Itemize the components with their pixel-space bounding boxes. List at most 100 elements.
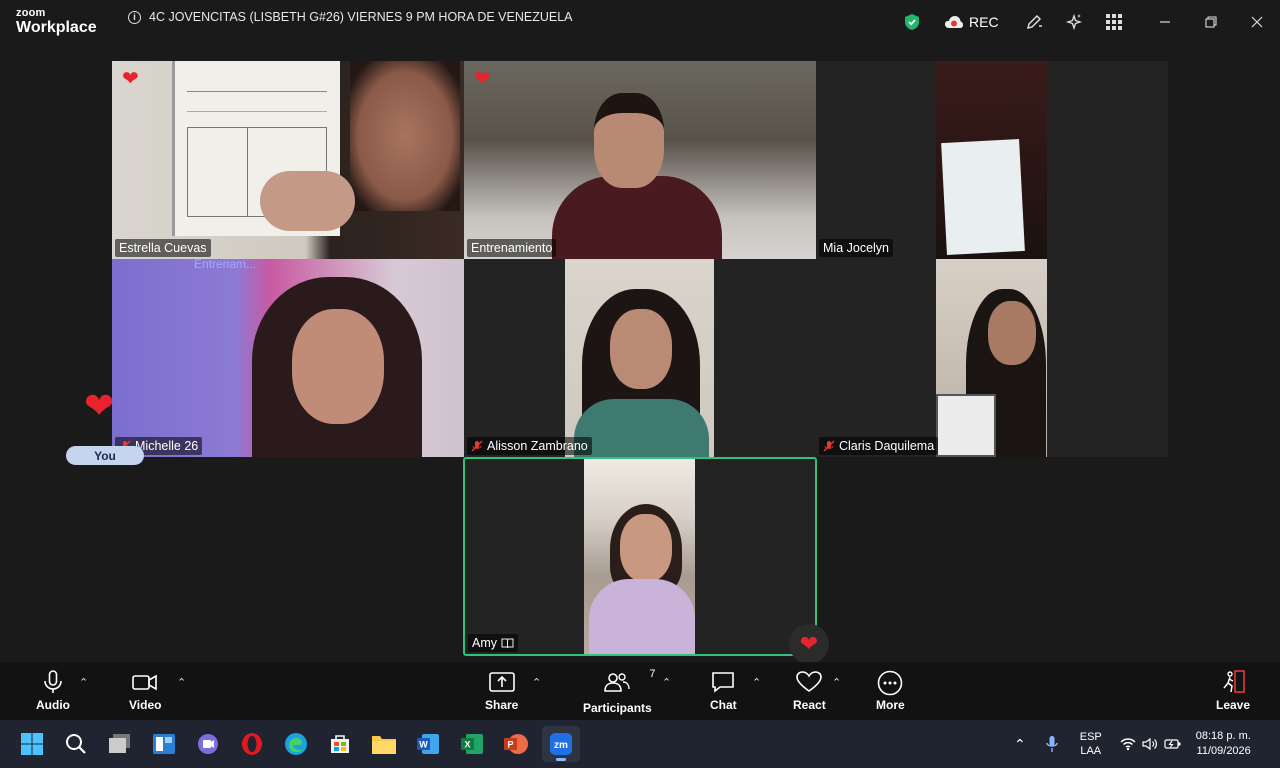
person-face bbox=[610, 309, 672, 389]
person-jacket bbox=[574, 399, 709, 457]
tray-microphone-icon[interactable] bbox=[1046, 735, 1058, 753]
windows-taskbar: W X P zm ⌃ ESP LAA 08:18 p. m. 11/09/202… bbox=[0, 720, 1280, 768]
teams-chat-icon[interactable] bbox=[192, 728, 224, 760]
excel-icon[interactable]: X bbox=[456, 728, 488, 760]
info-icon[interactable]: i bbox=[128, 10, 141, 24]
chat-label: Chat bbox=[710, 698, 737, 712]
participant-name-tag: Alisson Zambrano bbox=[467, 437, 592, 455]
leave-door-icon bbox=[1223, 670, 1245, 693]
powerpoint-icon[interactable]: P bbox=[500, 728, 532, 760]
participants-icon bbox=[604, 673, 631, 692]
react-options-chevron-icon[interactable]: ⌃ bbox=[832, 676, 841, 689]
show-hidden-icons-chevron-icon[interactable]: ⌃ bbox=[1014, 736, 1026, 753]
participant-name: Entrenamiento bbox=[471, 241, 553, 255]
person-face bbox=[620, 514, 672, 582]
audio-label: Audio bbox=[36, 698, 70, 712]
react-label: React bbox=[793, 698, 826, 712]
edge-browser-icon[interactable] bbox=[280, 728, 312, 760]
participants-button[interactable]: 7 Participants bbox=[583, 668, 656, 715]
task-view-icon[interactable] bbox=[104, 728, 136, 760]
person-hand bbox=[260, 171, 355, 231]
recording-indicator[interactable]: REC bbox=[944, 14, 1004, 30]
svg-text:zm: zm bbox=[554, 740, 568, 751]
clock[interactable]: 08:18 p. m. 11/09/2026 bbox=[1196, 729, 1251, 759]
clock-date: 11/09/2026 bbox=[1196, 745, 1251, 757]
participant-name-tag: Amy bbox=[468, 634, 518, 652]
video-tile-mia[interactable]: Mia Jocelyn bbox=[816, 61, 1168, 259]
participant-name: Claris Daquilema bbox=[839, 439, 935, 453]
audio-options-chevron-icon[interactable]: ⌃ bbox=[79, 676, 88, 689]
chat-options-chevron-icon[interactable]: ⌃ bbox=[752, 676, 761, 689]
widgets-icon[interactable] bbox=[148, 728, 180, 760]
meeting-toolbar: Audio ⌃ Video ⌃ Share ⌃ 7 Participants ⌃… bbox=[0, 662, 1280, 720]
meeting-title[interactable]: i 4C JOVENCITAS (LISBETH G#26) VIERNES 9… bbox=[128, 10, 573, 24]
minimize-button[interactable] bbox=[1142, 0, 1188, 44]
heart-outline-icon bbox=[796, 671, 823, 692]
more-button[interactable]: More bbox=[876, 670, 905, 712]
close-window-button[interactable] bbox=[1234, 0, 1280, 44]
rec-label: REC bbox=[969, 14, 999, 30]
restore-button[interactable] bbox=[1188, 0, 1234, 44]
video-tile-estrella[interactable]: ❤ Estrella Cuevas bbox=[112, 61, 464, 259]
windows-start-icon[interactable] bbox=[16, 728, 48, 760]
battery-charging-icon[interactable] bbox=[1164, 737, 1182, 751]
reaction-heart-icon: ❤ bbox=[474, 68, 491, 90]
participant-name-tag: Claris Daquilema bbox=[819, 437, 939, 455]
video-tile-alisson[interactable]: Alisson Zambrano bbox=[464, 259, 816, 457]
microphone-icon bbox=[44, 670, 62, 693]
reaction-heart-icon: ❤ bbox=[122, 68, 139, 90]
tablet bbox=[936, 394, 996, 457]
word-icon[interactable]: W bbox=[412, 728, 444, 760]
video-tile-amy-active-speaker[interactable]: Amy bbox=[463, 457, 817, 656]
volume-icon[interactable] bbox=[1142, 737, 1158, 751]
participant-name: Mia Jocelyn bbox=[823, 241, 889, 255]
logo-top-text: zoom bbox=[16, 7, 46, 19]
muted-mic-icon bbox=[823, 440, 835, 452]
share-screen-icon bbox=[488, 672, 515, 692]
wifi-icon[interactable] bbox=[1120, 737, 1136, 751]
annotate-pen-icon[interactable] bbox=[1014, 13, 1054, 31]
participants-label: Participants bbox=[583, 701, 652, 715]
ai-companion-sparkle-icon[interactable] bbox=[1054, 13, 1094, 31]
file-explorer-icon[interactable] bbox=[368, 728, 400, 760]
close-icon bbox=[1251, 16, 1263, 28]
muted-mic-icon bbox=[471, 440, 483, 452]
video-label: Video bbox=[129, 698, 162, 712]
share-options-chevron-icon[interactable]: ⌃ bbox=[532, 676, 541, 689]
leave-button[interactable]: Leave bbox=[1216, 670, 1250, 712]
keyboard-layout: LAA bbox=[1080, 745, 1102, 757]
react-button[interactable]: React bbox=[793, 670, 826, 712]
video-tile-entrenamiento[interactable]: ❤ Entrenamiento bbox=[464, 61, 816, 259]
meeting-title-text: 4C JOVENCITAS (LISBETH G#26) VIERNES 9 P… bbox=[149, 10, 573, 24]
title-bar: zoom Workplace i 4C JOVENCITAS (LISBETH … bbox=[0, 0, 1280, 44]
chat-button[interactable]: Chat bbox=[710, 670, 737, 712]
person-face bbox=[594, 93, 664, 188]
video-button[interactable]: Video bbox=[129, 670, 161, 712]
participants-options-chevron-icon[interactable]: ⌃ bbox=[662, 676, 671, 689]
reaction-heart-badge-icon: ❤ bbox=[789, 624, 829, 664]
encryption-shield-icon[interactable] bbox=[894, 13, 930, 31]
minimize-icon bbox=[1160, 21, 1170, 23]
restore-icon bbox=[1205, 16, 1217, 28]
share-button[interactable]: Share bbox=[485, 670, 518, 712]
person-body bbox=[589, 579, 695, 654]
participants-count: 7 bbox=[649, 668, 656, 680]
language-code: ESP bbox=[1079, 730, 1102, 743]
microsoft-store-icon[interactable] bbox=[324, 728, 356, 760]
svg-text:P: P bbox=[507, 740, 513, 750]
video-tile-claris[interactable]: Claris Daquilema bbox=[816, 259, 1168, 457]
video-tile-michelle[interactable]: Entrenam... Michelle 26 bbox=[112, 259, 464, 457]
zoom-taskbar-icon[interactable]: zm bbox=[542, 726, 580, 762]
search-icon[interactable] bbox=[60, 728, 92, 760]
opera-browser-icon[interactable] bbox=[236, 728, 268, 760]
share-label: Share bbox=[485, 698, 519, 712]
person-face bbox=[292, 309, 384, 424]
view-grid-icon[interactable] bbox=[1094, 14, 1134, 30]
cloud-record-icon bbox=[945, 16, 963, 28]
participant-name: Alisson Zambrano bbox=[487, 439, 588, 453]
audio-button[interactable]: Audio bbox=[36, 670, 70, 712]
person-body bbox=[552, 176, 722, 259]
language-indicator[interactable]: ESP LAA bbox=[1080, 730, 1102, 759]
participant-name-tag: Mia Jocelyn bbox=[819, 239, 893, 257]
video-options-chevron-icon[interactable]: ⌃ bbox=[177, 676, 186, 689]
